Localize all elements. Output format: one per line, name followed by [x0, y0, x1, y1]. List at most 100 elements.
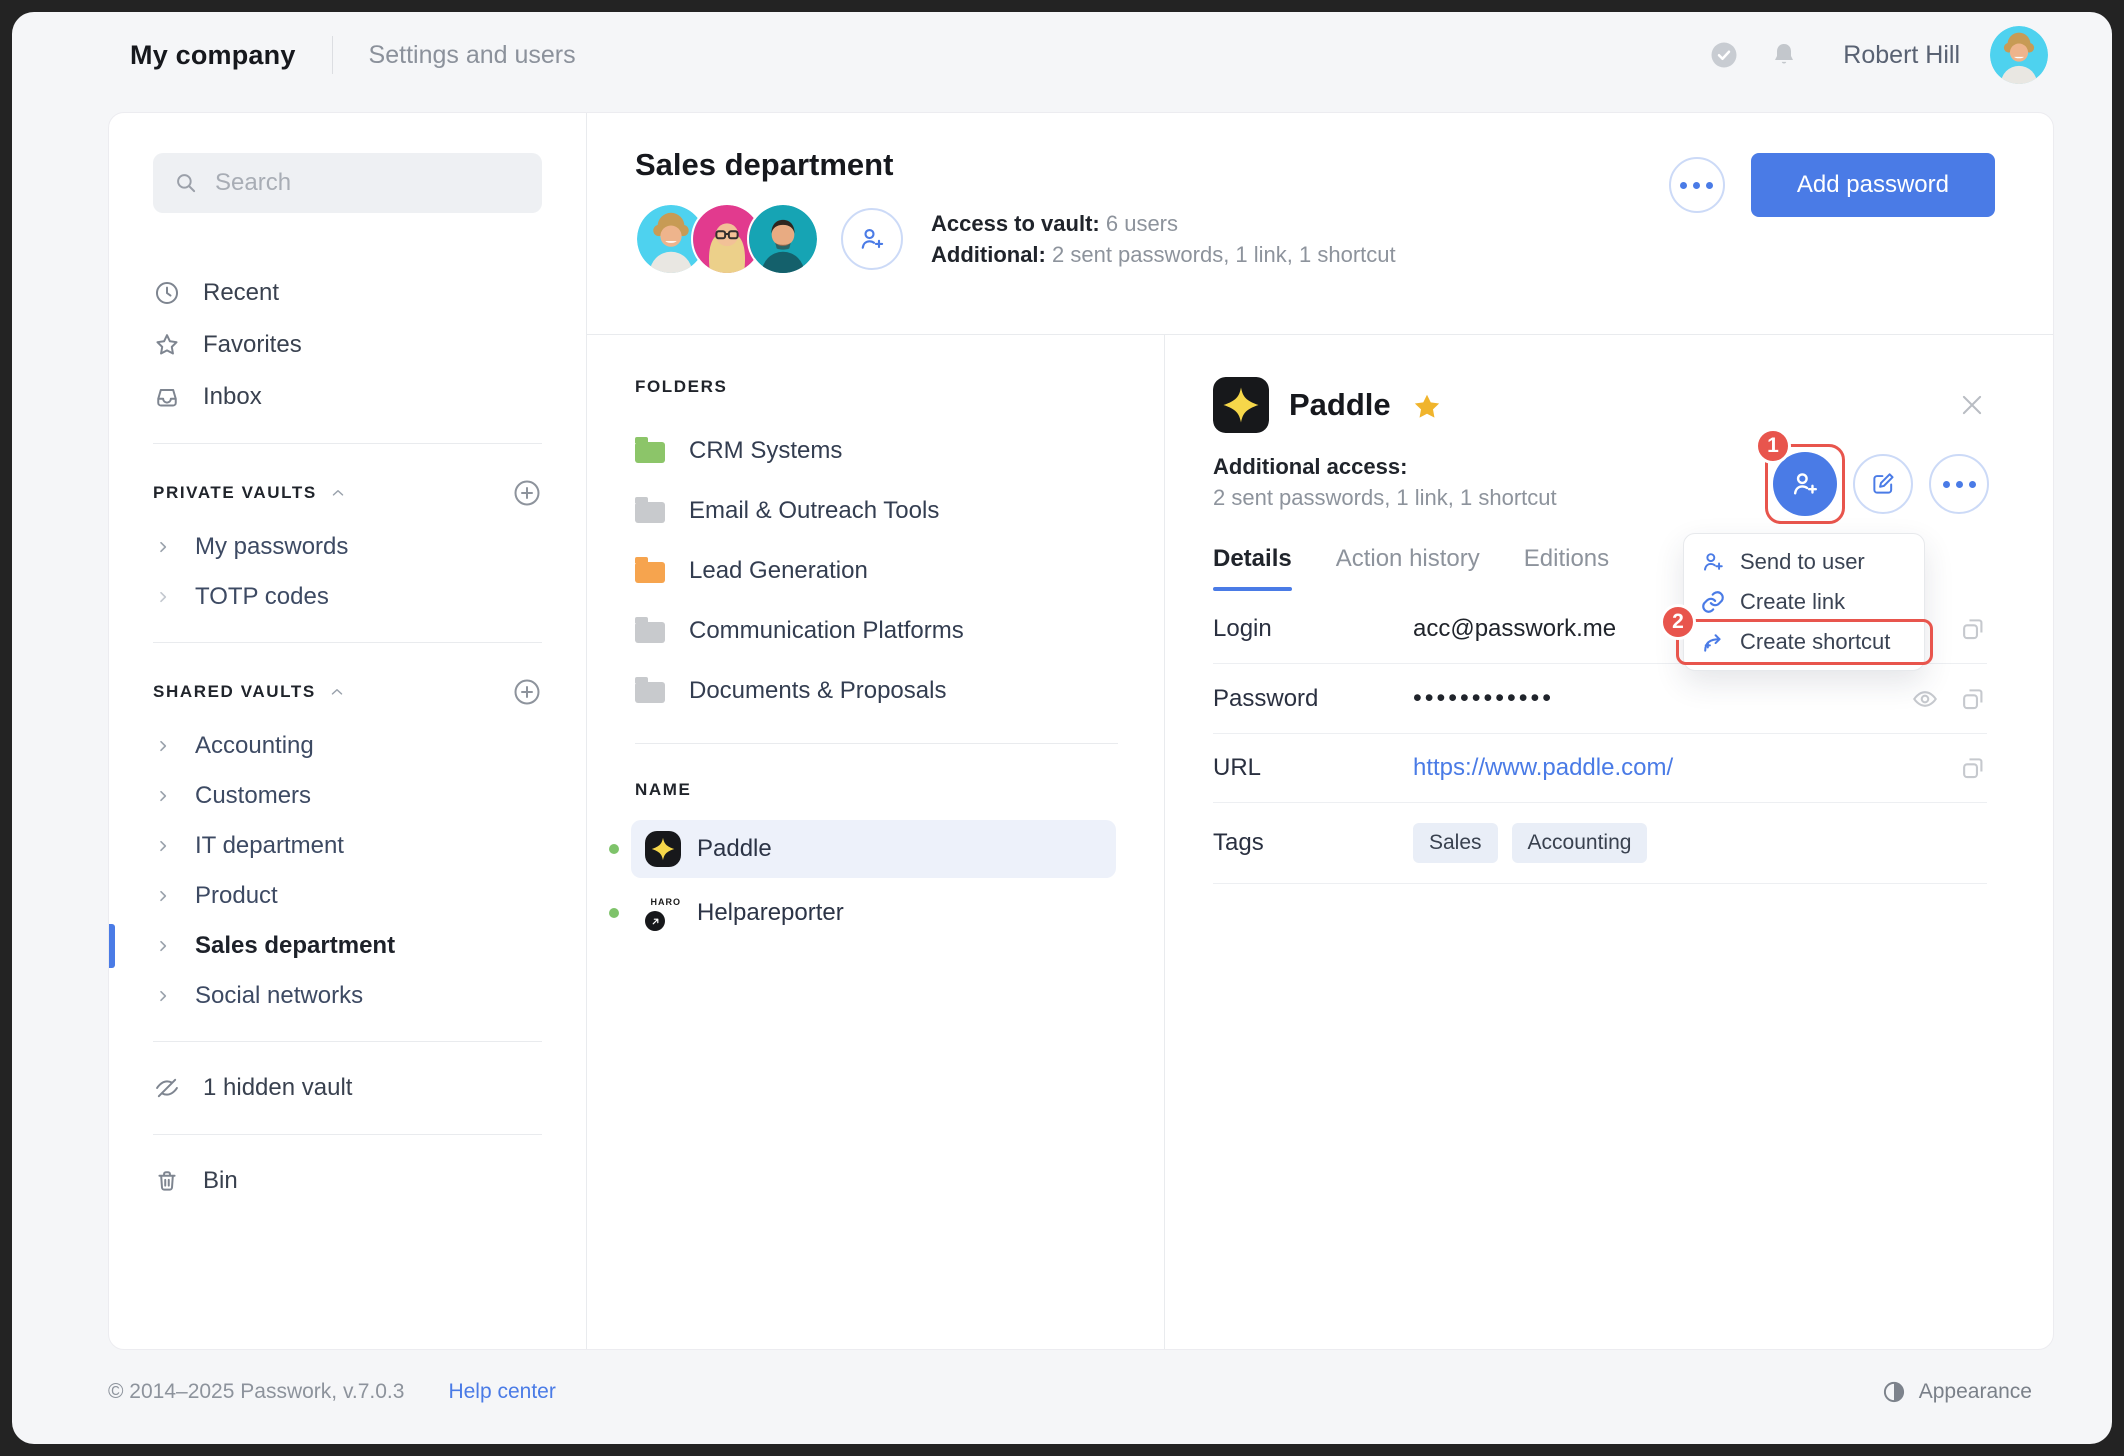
add-private-vault-button[interactable]	[512, 478, 542, 508]
chevron-up-icon[interactable]	[329, 484, 347, 502]
inbox-icon	[157, 389, 177, 407]
appearance-toggle[interactable]: Appearance	[1881, 1379, 2032, 1405]
tab-details[interactable]: Details	[1213, 545, 1292, 591]
field-row-tags: Tags Sales Accounting	[1213, 803, 1987, 884]
url-value[interactable]: https://www.paddle.com/	[1413, 754, 1673, 782]
chevron-right-icon[interactable]	[155, 539, 171, 555]
sidebar-item-label: Favorites	[203, 331, 302, 358]
chevron-right-icon[interactable]	[155, 838, 171, 854]
vault-members-avatars[interactable]	[635, 203, 819, 275]
sidebar-vault-product[interactable]: Product	[153, 871, 542, 921]
sidebar-vault-it-department[interactable]: IT department	[153, 821, 542, 871]
chevron-right-icon[interactable]	[155, 888, 171, 904]
menu-item-label: Create link	[1740, 589, 1846, 614]
password-row-paddle[interactable]: Paddle	[609, 820, 1116, 878]
check-circle-icon[interactable]	[1709, 40, 1739, 70]
vault-label: Customers	[195, 782, 312, 809]
url-label: URL	[1213, 754, 1262, 781]
appearance-icon	[1883, 1381, 1904, 1403]
additional-access-value: 2 sent passwords, 1 link, 1 shortcut	[1213, 485, 1557, 510]
avatar	[747, 203, 819, 275]
sidebar-item-favorites[interactable]: Favorites	[153, 319, 542, 371]
copy-icon[interactable]	[1959, 615, 1987, 643]
paddle-logo-icon	[645, 831, 681, 867]
access-value: 6 users	[1105, 211, 1179, 236]
vault-label: Social networks	[195, 982, 364, 1009]
status-dot	[609, 908, 619, 918]
folder-communication-platforms[interactable]: Communication Platforms	[635, 601, 1164, 661]
sidebar-vault-accounting[interactable]: Accounting	[153, 721, 542, 771]
access-label: Access to vault:	[931, 211, 1100, 236]
tag-chip[interactable]: Accounting	[1511, 823, 1648, 863]
favorite-star-icon[interactable]	[1411, 391, 1443, 423]
menu-item-send-to-user[interactable]: Send to user	[1684, 542, 1924, 582]
copy-icon[interactable]	[1959, 754, 1987, 782]
folder-icon	[635, 617, 665, 643]
menu-item-create-link[interactable]: Create link	[1684, 582, 1924, 622]
detail-actions: 1	[1755, 428, 1989, 524]
menu-item-create-shortcut[interactable]: 2 Create shortcut	[1660, 604, 1933, 665]
user-name[interactable]: Robert Hill	[1843, 41, 1960, 70]
trash-icon	[158, 1171, 176, 1191]
search-box[interactable]	[153, 153, 542, 213]
hidden-vaults-toggle[interactable]: 1 hidden vault	[153, 1062, 542, 1114]
folder-email-outreach[interactable]: Email & Outreach Tools	[635, 481, 1164, 541]
folder-lead-generation[interactable]: Lead Generation	[635, 541, 1164, 601]
folder-icon	[635, 497, 665, 523]
footer: © 2014–2025 Passwork, v.7.0.3 Help cente…	[12, 1350, 2112, 1444]
company-name[interactable]: My company	[130, 40, 296, 71]
detail-title: Paddle	[1289, 387, 1391, 422]
folder-name: Email & Outreach Tools	[689, 497, 940, 524]
copy-icon[interactable]	[1959, 685, 1987, 713]
edit-password-button[interactable]	[1853, 454, 1913, 514]
sidebar-vault-customers[interactable]: Customers	[153, 771, 542, 821]
eye-icon[interactable]	[1911, 685, 1939, 713]
sidebar-vault-social-networks[interactable]: Social networks	[153, 971, 542, 1021]
sidebar-item-inbox[interactable]: Inbox	[153, 371, 542, 423]
add-password-button[interactable]: Add password	[1750, 153, 1995, 217]
edit-icon	[1873, 473, 1894, 494]
chevron-right-icon[interactable]	[155, 589, 171, 605]
avatar-robert-hill[interactable]	[1990, 26, 2048, 84]
chevron-right-icon[interactable]	[155, 988, 171, 1004]
more-actions-button[interactable]	[1929, 454, 1989, 514]
field-row-url: URL https://www.paddle.com/	[1213, 734, 1987, 803]
topbar-settings-link[interactable]: Settings and users	[369, 41, 576, 70]
divider	[153, 1134, 542, 1135]
chevron-right-icon[interactable]	[155, 738, 171, 754]
help-center-link[interactable]: Help center	[448, 1380, 555, 1404]
bell-icon[interactable]	[1769, 40, 1799, 70]
close-icon[interactable]	[1957, 390, 1987, 420]
helpareporter-logo-icon: HARO	[645, 895, 681, 931]
sidebar-item-bin[interactable]: Bin	[153, 1155, 542, 1207]
clock-icon	[155, 281, 179, 305]
vault-add-user-button[interactable]	[841, 208, 903, 270]
chevron-right-icon[interactable]	[155, 788, 171, 804]
folder-documents-proposals[interactable]: Documents & Proposals	[635, 661, 1164, 721]
user-add-icon	[1704, 553, 1723, 571]
tags-label: Tags	[1213, 829, 1264, 856]
private-vaults-header: PRIVATE VAULTS	[153, 464, 542, 522]
divider	[153, 443, 542, 444]
chevron-up-icon[interactable]	[328, 683, 346, 701]
tab-action-history[interactable]: Action history	[1336, 545, 1480, 591]
folder-icon	[635, 437, 665, 463]
sidebar-vault-sales-department[interactable]: Sales department	[109, 921, 542, 971]
password-row-helpareporter[interactable]: HARO Helpareporter	[609, 884, 1116, 942]
divider	[153, 642, 542, 643]
tag-chip[interactable]: Sales	[1413, 823, 1498, 863]
sidebar-vault-my-passwords[interactable]: My passwords	[153, 522, 542, 572]
sidebar-vault-totp-codes[interactable]: TOTP codes	[153, 572, 542, 622]
copyright-text: © 2014–2025 Passwork, v.7.0.3	[108, 1380, 405, 1403]
add-shared-vault-button[interactable]	[512, 677, 542, 707]
sidebar-item-recent[interactable]: Recent	[153, 267, 542, 319]
tab-editions[interactable]: Editions	[1524, 545, 1609, 591]
vault-more-button[interactable]	[1668, 157, 1725, 213]
annotation-badge-1: 1	[1755, 428, 1791, 464]
divider	[153, 1041, 542, 1042]
folders-column: FOLDERS CRM Systems Email & Outreach Too…	[587, 335, 1165, 1349]
chevron-right-icon[interactable]	[155, 938, 171, 954]
folder-crm-systems[interactable]: CRM Systems	[635, 421, 1164, 481]
search-input[interactable]	[215, 169, 522, 197]
send-to-user-button[interactable]	[1773, 452, 1837, 516]
